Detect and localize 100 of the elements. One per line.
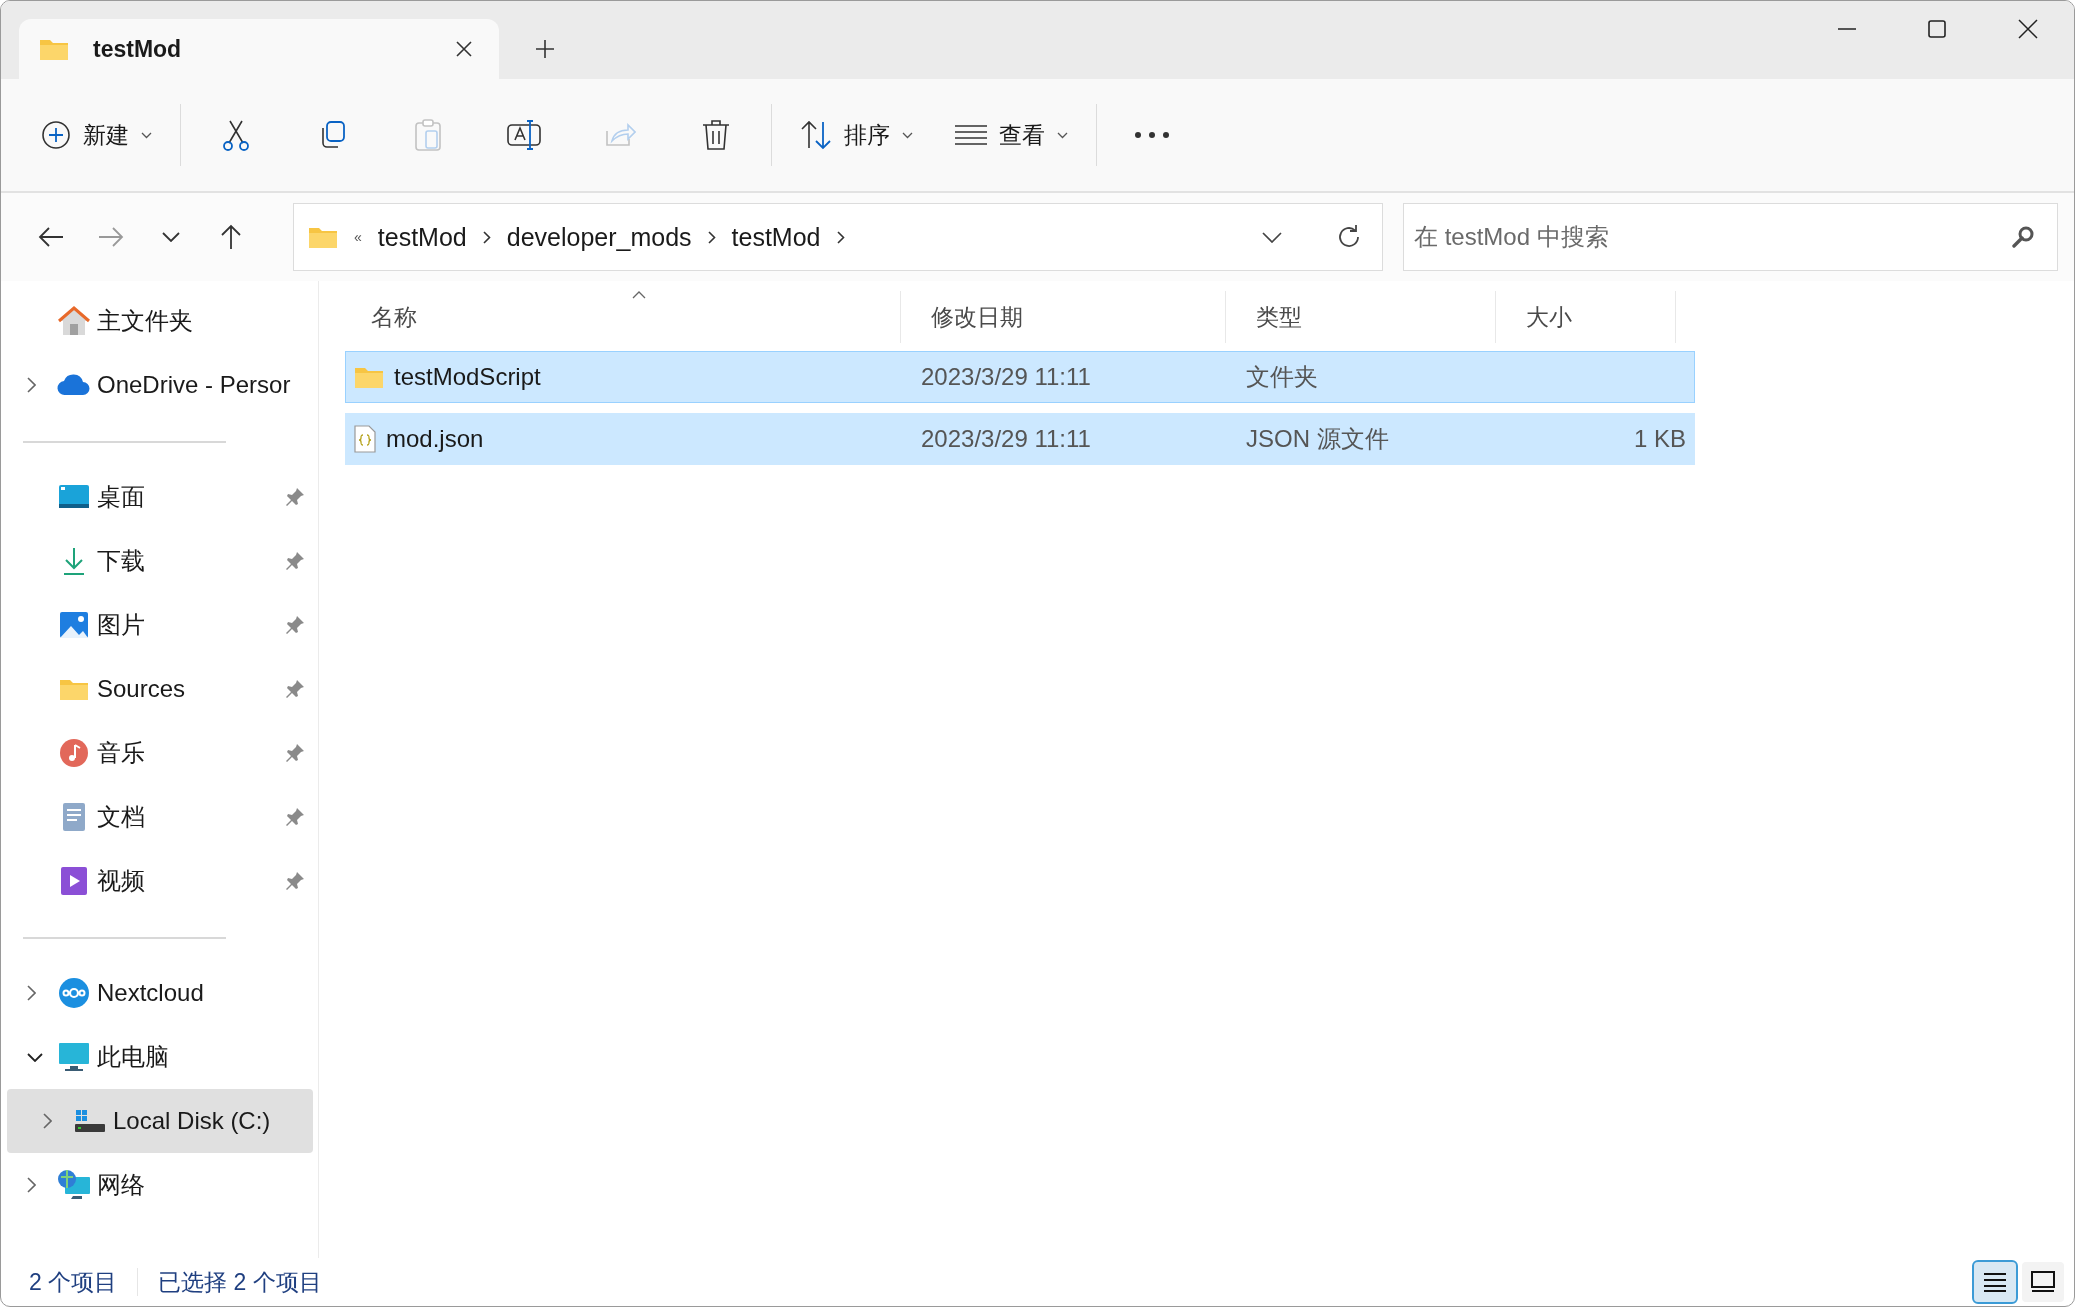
sort-ascending-icon bbox=[631, 291, 646, 299]
drive-icon bbox=[74, 1109, 106, 1133]
sidebar-label: 图片 bbox=[97, 610, 146, 640]
column-header[interactable]: 修改日期 bbox=[901, 291, 1226, 343]
tiles-view-button[interactable] bbox=[2022, 1262, 2064, 1302]
chevron-down-icon[interactable] bbox=[1262, 231, 1282, 243]
folder-icon bbox=[354, 365, 384, 389]
chevron-down-icon[interactable] bbox=[27, 1052, 43, 1062]
sidebar-item[interactable]: OneDrive - Persor bbox=[7, 353, 313, 417]
maximize-icon[interactable] bbox=[1928, 20, 1946, 38]
chevron-right-icon[interactable] bbox=[707, 230, 716, 244]
desktop-icon bbox=[58, 484, 90, 510]
overflow-button[interactable]: « bbox=[354, 229, 362, 245]
house-icon bbox=[58, 306, 90, 336]
file-name: mod.json bbox=[386, 425, 484, 453]
details-view-icon bbox=[1983, 1272, 2007, 1292]
file-row[interactable]: mod.json 2023/3/29 11:11 JSON 源文件 1 KB bbox=[345, 413, 1695, 465]
download-icon bbox=[62, 547, 86, 575]
modified-date: 2023/3/29 11:11 bbox=[921, 425, 1092, 453]
column-header[interactable]: 类型 bbox=[1226, 291, 1496, 343]
chevron-down-icon bbox=[141, 131, 152, 139]
sidebar-label: 主文件夹 bbox=[97, 306, 194, 336]
pin-icon[interactable] bbox=[285, 679, 305, 699]
selection-count: 已选择 2 个项目 bbox=[158, 1267, 322, 1297]
folder-icon bbox=[39, 37, 69, 61]
video-icon bbox=[60, 866, 88, 896]
breadcrumb-item[interactable]: testMod bbox=[731, 222, 821, 252]
sidebar-label: 下载 bbox=[97, 546, 146, 576]
sidebar-label: OneDrive - Persor bbox=[97, 371, 292, 399]
sidebar-label: Local Disk (C:) bbox=[113, 1107, 272, 1135]
sidebar-item[interactable]: 音乐 bbox=[7, 721, 313, 785]
sidebar-item[interactable]: 图片 bbox=[7, 593, 313, 657]
pin-icon[interactable] bbox=[285, 807, 305, 827]
sidebar-label: 音乐 bbox=[97, 738, 146, 768]
sort-button[interactable]: 排序 bbox=[782, 105, 931, 165]
file-size: 1 KB bbox=[1633, 425, 1686, 453]
new-button[interactable]: 新建 bbox=[23, 105, 170, 165]
cloud-icon bbox=[57, 374, 91, 396]
search-field[interactable]: 在 testMod 中搜索 bbox=[1403, 203, 2058, 271]
column-header[interactable]: 大小 bbox=[1496, 291, 1676, 343]
arrow-right-icon bbox=[98, 226, 124, 248]
picture-icon bbox=[59, 611, 89, 639]
pin-icon[interactable] bbox=[285, 743, 305, 763]
sidebar-item[interactable]: 桌面 bbox=[7, 465, 313, 529]
plus-icon[interactable] bbox=[535, 39, 555, 59]
nextcloud-logo-icon bbox=[58, 977, 90, 1009]
sidebar-item[interactable]: 视频 bbox=[7, 849, 313, 913]
sidebar-label: 此电脑 bbox=[97, 1042, 170, 1072]
sidebar-label: 桌面 bbox=[97, 482, 146, 512]
sidebar-item[interactable]: Sources bbox=[7, 657, 313, 721]
file-type: JSON 源文件 bbox=[1246, 424, 1390, 454]
pin-icon[interactable] bbox=[285, 487, 305, 507]
sidebar-label: 网络 bbox=[97, 1170, 146, 1200]
details-view-button[interactable] bbox=[1974, 1262, 2016, 1302]
chevron-down-icon bbox=[1057, 131, 1068, 139]
sidebar-label: 视频 bbox=[97, 866, 146, 896]
pin-icon[interactable] bbox=[285, 551, 305, 571]
file-type: 文件夹 bbox=[1246, 362, 1319, 392]
document-icon bbox=[62, 802, 86, 832]
sidebar-item[interactable]: 主文件夹 bbox=[7, 289, 313, 353]
pin-icon[interactable] bbox=[285, 871, 305, 891]
folder-icon bbox=[308, 225, 338, 249]
view-button[interactable]: 查看 bbox=[937, 105, 1086, 165]
refresh-icon bbox=[1336, 224, 1362, 250]
sidebar-item[interactable]: 此电脑 bbox=[7, 1025, 313, 1089]
network-icon bbox=[57, 1169, 91, 1201]
chevron-right-icon[interactable] bbox=[482, 230, 491, 244]
preview-view-icon bbox=[2031, 1271, 2055, 1293]
chevron-down-icon bbox=[902, 131, 913, 139]
sidebar-label: 文档 bbox=[97, 802, 146, 832]
chevron-right-icon[interactable] bbox=[836, 230, 845, 244]
chevron-right-icon[interactable] bbox=[27, 377, 36, 393]
sidebar-item[interactable]: 网络 bbox=[7, 1153, 313, 1217]
item-count: 2 个项目 bbox=[29, 1267, 118, 1297]
breadcrumb-item[interactable]: developer_mods bbox=[506, 222, 692, 252]
sidebar-label: Nextcloud bbox=[97, 979, 205, 1007]
folder-tab[interactable]: testMod bbox=[19, 19, 499, 79]
sidebar-item[interactable]: 下载 bbox=[7, 529, 313, 593]
arrow-up-icon bbox=[220, 224, 242, 250]
close-icon[interactable] bbox=[455, 40, 473, 58]
column-header[interactable]: 名称 bbox=[341, 291, 901, 343]
file-name: testModScript bbox=[394, 363, 541, 391]
folder-icon bbox=[59, 677, 89, 701]
sidebar-label: Sources bbox=[97, 675, 187, 703]
close-icon[interactable] bbox=[2018, 19, 2038, 39]
chevron-right-icon[interactable] bbox=[27, 985, 36, 1001]
sidebar-item[interactable]: Local Disk (C:) bbox=[7, 1089, 313, 1153]
address-bar[interactable]: « testMod developer_mods testMod bbox=[293, 203, 1383, 271]
file-row[interactable]: testModScript 2023/3/29 11:11 文件夹 bbox=[345, 351, 1695, 403]
arrow-left-icon bbox=[38, 226, 64, 248]
breadcrumb-item[interactable]: testMod bbox=[377, 222, 467, 252]
monitor-icon bbox=[58, 1042, 90, 1072]
sidebar-item[interactable]: 文档 bbox=[7, 785, 313, 849]
music-note-icon bbox=[59, 738, 89, 768]
chevron-right-icon[interactable] bbox=[27, 1177, 36, 1193]
search-icon bbox=[2012, 226, 2034, 248]
pin-icon[interactable] bbox=[285, 615, 305, 635]
sidebar-item[interactable]: Nextcloud bbox=[7, 961, 313, 1025]
modified-date: 2023/3/29 11:11 bbox=[921, 363, 1092, 391]
json-file-icon bbox=[354, 425, 376, 453]
